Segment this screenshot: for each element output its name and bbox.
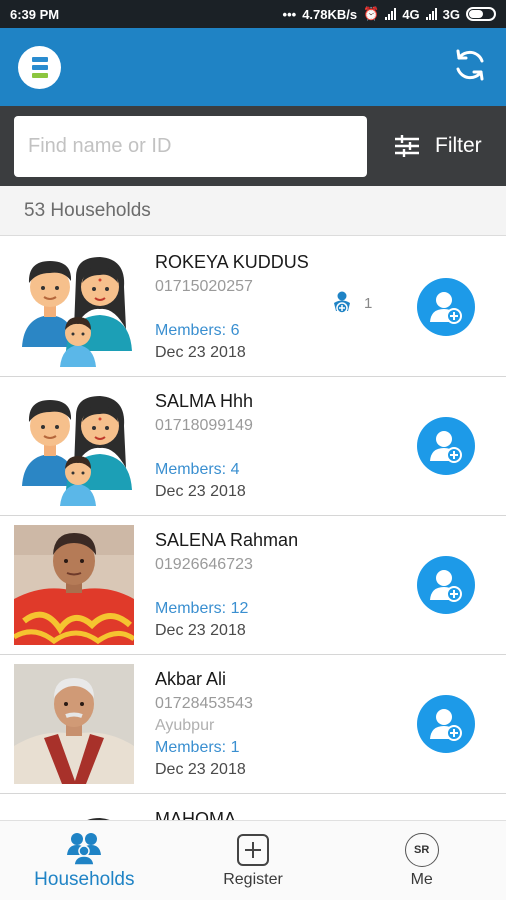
household-members: Members: 6 (155, 321, 240, 339)
household-location: Ayubpur (155, 716, 215, 734)
add-member-button[interactable] (417, 695, 475, 753)
family-avatar (14, 808, 134, 820)
register-icon (237, 833, 269, 866)
household-date: Dec 23 2018 (155, 760, 246, 778)
household-name: MAHOMA (155, 809, 236, 820)
signal-icon (385, 8, 397, 20)
households-count: 53 Households (0, 186, 506, 236)
household-info: MAHOMA (155, 808, 236, 820)
household-date: Dec 23 2018 (155, 621, 246, 639)
app-logo-icon[interactable] (18, 45, 61, 89)
status-time: 6:39 PM (10, 6, 60, 22)
add-person-icon (430, 431, 462, 463)
nav-households-label: Households (34, 868, 135, 890)
add-member-button[interactable] (417, 417, 475, 475)
add-person-icon (430, 570, 462, 602)
me-avatar: SR (404, 832, 439, 867)
alarm-icon: ⏰ (363, 6, 380, 21)
household-info: SALENA Rahman 01926646723 Members: 12 De… (155, 529, 298, 642)
nav-me[interactable]: SR Me (337, 821, 506, 900)
network-speed: 4.78KB/s (302, 6, 358, 22)
household-phone: 01926646723 (155, 555, 253, 573)
household-date: Dec 23 2018 (155, 343, 246, 361)
child-count-value: 1 (364, 295, 373, 313)
man-photo (14, 664, 134, 784)
me-initials: SR (414, 843, 430, 856)
status-bar: 6:39 PM ••• 4.78KB/s ⏰ 4G 3G (0, 0, 506, 28)
household-date: Dec 23 2018 (155, 482, 246, 500)
households-count-label: 53 Households (24, 199, 151, 221)
household-info: Akbar Ali 01728453543 Ayubpur Members: 1… (155, 668, 253, 781)
nav-register-label: Register (223, 870, 283, 888)
household-row[interactable]: SALENA Rahman 01926646723 Members: 12 De… (0, 516, 506, 655)
network-type-1: 4G (402, 6, 420, 22)
network-type-2: 3G (442, 6, 460, 22)
child-icon (334, 291, 350, 314)
household-info: ROKEYA KUDDUS 01715020257 Members: 6 Dec… (155, 251, 309, 364)
households-icon (67, 832, 102, 865)
household-name: ROKEYA KUDDUS (155, 251, 309, 272)
household-list[interactable]: ROKEYA KUDDUS 01715020257 Members: 6 Dec… (0, 238, 506, 820)
woman-photo (12, 525, 136, 645)
filter-icon (395, 135, 419, 157)
family-avatar (14, 386, 134, 506)
search-input[interactable] (14, 115, 367, 177)
nav-me-label: Me (410, 870, 433, 888)
household-row[interactable]: ROKEYA KUDDUS 01715020257 Members: 6 Dec… (0, 238, 506, 377)
filter-button[interactable]: Filter (395, 134, 482, 158)
household-row[interactable]: Akbar Ali 01728453543 Ayubpur Members: 1… (0, 655, 506, 794)
bottom-nav: Households Register SR Me (0, 820, 506, 900)
household-name: Akbar Ali (155, 668, 227, 689)
household-row[interactable]: MAHOMA (0, 794, 506, 820)
household-name: SALMA Hhh (155, 390, 254, 411)
family-avatar (14, 247, 134, 367)
add-member-button[interactable] (417, 556, 475, 614)
household-phone: 01715020257 (155, 277, 253, 295)
signal-icon-2 (425, 8, 437, 20)
add-person-icon (430, 709, 462, 741)
status-icons: ••• 4.78KB/s ⏰ 4G 3G (283, 6, 496, 22)
add-person-icon (430, 292, 462, 324)
household-phone: 01728453543 (155, 694, 253, 712)
child-count: 1 (332, 291, 372, 317)
household-members: Members: 4 (155, 460, 240, 478)
household-members: Members: 12 (155, 599, 249, 617)
household-info: SALMA Hhh 01718099149 Members: 4 Dec 23 … (155, 390, 253, 503)
household-name: SALENA Rahman (155, 529, 299, 550)
search-bar: Filter (0, 106, 506, 186)
nav-register[interactable]: Register (169, 821, 338, 900)
app-bar (0, 28, 506, 106)
sync-icon[interactable] (452, 47, 488, 88)
household-phone: 01718099149 (155, 416, 253, 434)
filter-label: Filter (435, 134, 482, 157)
household-members: Members: 1 (155, 738, 240, 756)
household-row[interactable]: SALMA Hhh 01718099149 Members: 4 Dec 23 … (0, 377, 506, 516)
dots-icon: ••• (282, 6, 297, 22)
battery-icon (466, 7, 496, 21)
add-member-button[interactable] (417, 278, 475, 336)
nav-households[interactable]: Households (0, 821, 169, 900)
